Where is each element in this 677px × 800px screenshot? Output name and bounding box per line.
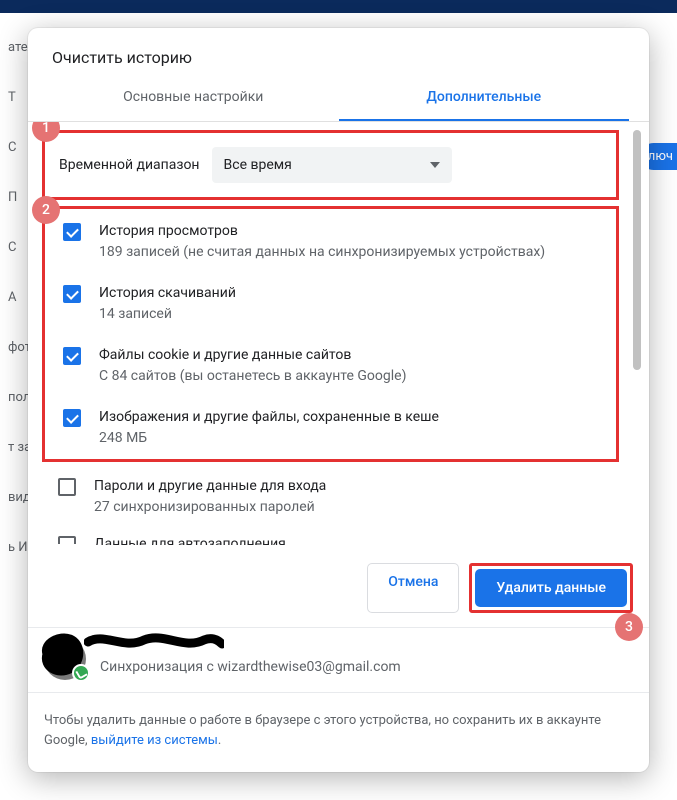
option-sub: С 84 сайтов (вы останетесь в аккаунте Go… [99,366,406,387]
scroll-area: Временной диапазон Все время История про… [40,130,627,545]
option-text: Пароли и другие данные для входа 27 синх… [94,476,326,518]
annotation-badge-3: 3 [615,613,643,641]
dialog-footer: Отмена Удалить данные 3 [28,545,649,627]
option-sub: 27 синхронизированных паролей [94,497,326,518]
option-text: История скачиваний 14 записей [99,283,236,325]
checkbox-browsing-history[interactable] [63,223,81,241]
scrollbar-thumb[interactable] [633,130,641,370]
option-text: Файлы cookie и другие данные сайтов С 84… [99,345,406,387]
annotation-badge-2: 2 [32,196,60,224]
dialog-tabs: Основные настройки Дополнительные [28,75,649,122]
checkbox-passwords[interactable] [58,478,76,496]
chevron-down-icon [430,162,440,168]
checkbox-autofill[interactable] [58,536,76,545]
checkbox-cookies[interactable] [63,347,81,365]
option-text: Изображения и другие файлы, сохраненные … [99,407,439,449]
option-text: Данные для автозаполнения [94,538,286,545]
option-browsing-history[interactable]: История просмотров 189 записей (не счита… [45,211,616,273]
clear-browsing-data-dialog: Очистить историю Основные настройки Допо… [28,28,649,772]
option-cookies[interactable]: Файлы cookie и другие данные сайтов С 84… [45,335,616,397]
redaction-scribble-name [84,630,224,652]
cancel-button[interactable]: Отмена [367,563,459,613]
option-autofill[interactable]: Данные для автозаполнения [40,528,621,545]
note-suffix: . [218,733,221,748]
window-titlebar [0,0,677,13]
tab-advanced[interactable]: Дополнительные [339,75,630,121]
annotation-box-1: Временной диапазон Все время [42,130,619,200]
checkbox-download-history[interactable] [63,285,81,303]
time-range-select[interactable]: Все время [212,147,452,183]
account-sync-status: Синхронизация с wizardthewise03@gmail.co… [100,659,401,675]
dialog-content: 1 2 Временной диапазон Все время История… [28,122,649,545]
annotation-box-3: Удалить данные [469,563,633,613]
option-title: История скачиваний [99,283,236,304]
option-title: Пароли и другие данные для входа [94,476,326,497]
option-sub: 189 записей (не считая данных на синхрон… [99,242,545,263]
scrollbar-track[interactable] [633,130,641,545]
option-sub: 14 записей [99,304,236,325]
checkbox-cached-images[interactable] [63,409,81,427]
time-range-row: Временной диапазон Все время [45,133,616,197]
delete-data-button[interactable]: Удалить данные [475,569,627,607]
option-title: История просмотров [99,221,545,242]
avatar-wrap [44,638,86,680]
account-section: Синхронизация с wizardthewise03@gmail.co… [28,627,649,692]
option-text: История просмотров 189 записей (не счита… [99,221,545,263]
tab-basic[interactable]: Основные настройки [48,75,339,121]
signout-note: Чтобы удалить данные о работе в браузере… [28,692,649,772]
option-cached-images[interactable]: Изображения и другие файлы, сохраненные … [45,397,616,459]
option-title: Данные для автозаполнения [94,534,286,545]
sync-status-icon [72,664,90,682]
annotation-box-2: История просмотров 189 записей (не счита… [42,206,619,462]
time-range-label: Временной диапазон [59,157,200,173]
dialog-title: Очистить историю [28,28,649,75]
option-sub: 248 МБ [99,428,439,449]
sign-out-link[interactable]: выйдите из системы [91,733,218,748]
option-download-history[interactable]: История скачиваний 14 записей [45,273,616,335]
option-title: Файлы cookie и другие данные сайтов [99,345,406,366]
option-title: Изображения и другие файлы, сохраненные … [99,407,439,428]
option-passwords[interactable]: Пароли и другие данные для входа 27 синх… [40,466,621,528]
time-range-value: Все время [224,157,292,173]
